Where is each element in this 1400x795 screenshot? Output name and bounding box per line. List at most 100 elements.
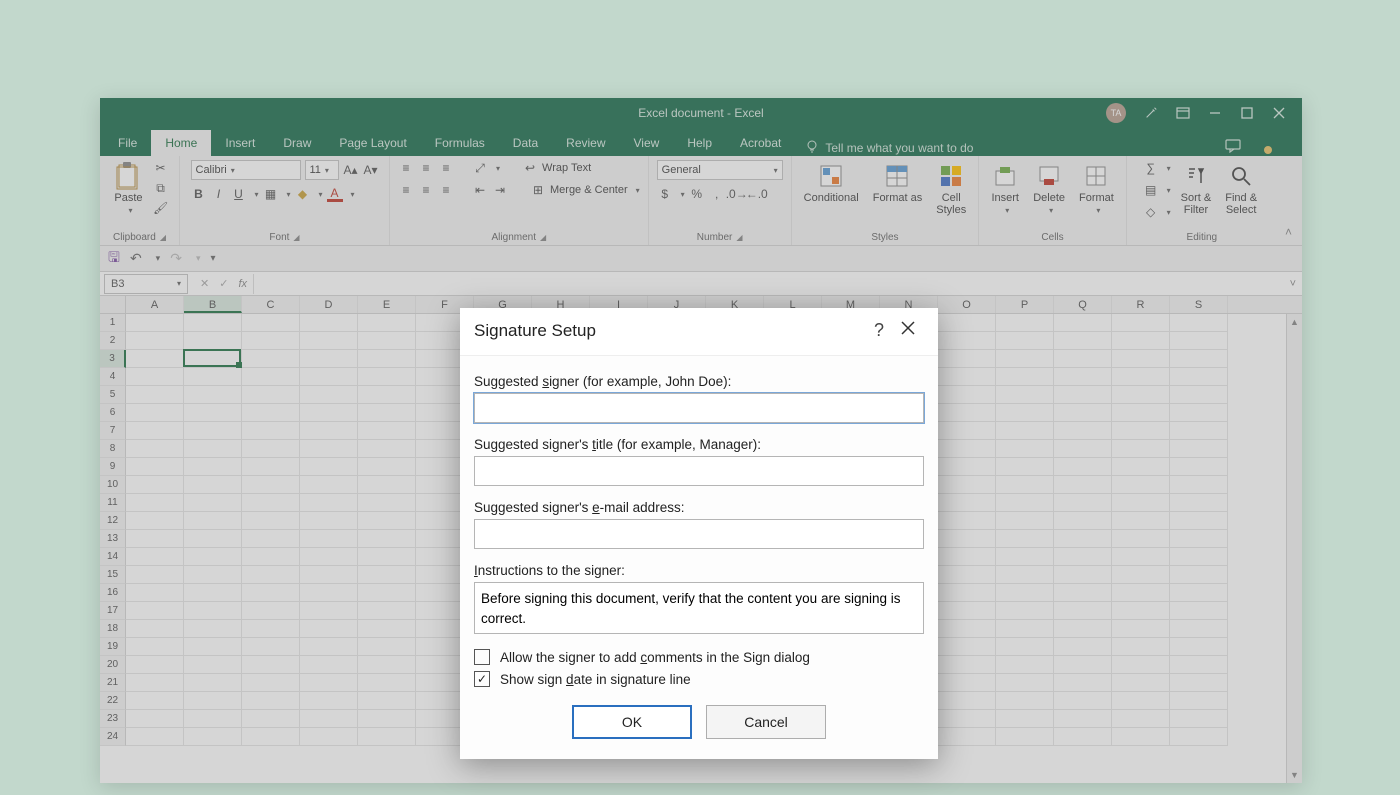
- cell[interactable]: [1112, 656, 1170, 674]
- cell[interactable]: [242, 728, 300, 746]
- column-header[interactable]: P: [996, 296, 1054, 313]
- collapse-ribbon-icon[interactable]: ˄: [1285, 225, 1292, 239]
- cell[interactable]: [1112, 728, 1170, 746]
- cell[interactable]: [358, 404, 416, 422]
- cell[interactable]: [242, 512, 300, 530]
- cell[interactable]: [126, 512, 184, 530]
- cell[interactable]: [242, 404, 300, 422]
- cell[interactable]: [938, 638, 996, 656]
- cell[interactable]: [1170, 314, 1228, 332]
- cell[interactable]: [1170, 530, 1228, 548]
- decrease-decimal-icon[interactable]: ←.0: [749, 186, 765, 202]
- cell[interactable]: [996, 620, 1054, 638]
- cell[interactable]: [184, 386, 242, 404]
- row-header[interactable]: 12: [100, 512, 126, 530]
- cell[interactable]: [242, 422, 300, 440]
- cell[interactable]: [358, 494, 416, 512]
- cell[interactable]: [300, 710, 358, 728]
- cell[interactable]: [358, 566, 416, 584]
- cell[interactable]: [126, 656, 184, 674]
- cell[interactable]: [184, 548, 242, 566]
- tab-page-layout[interactable]: Page Layout: [325, 130, 420, 156]
- cell[interactable]: [300, 620, 358, 638]
- instructions-textarea[interactable]: Before signing this document, verify tha…: [474, 582, 924, 634]
- cell[interactable]: [1054, 584, 1112, 602]
- cell[interactable]: [996, 566, 1054, 584]
- redo-icon[interactable]: ↷: [170, 250, 182, 267]
- cell[interactable]: [938, 386, 996, 404]
- cell[interactable]: [126, 602, 184, 620]
- align-middle-icon[interactable]: ≡: [418, 160, 434, 176]
- column-header[interactable]: S: [1170, 296, 1228, 313]
- cell[interactable]: [996, 404, 1054, 422]
- row-header[interactable]: 3: [100, 350, 126, 368]
- cell[interactable]: [300, 350, 358, 368]
- cell[interactable]: [242, 458, 300, 476]
- row-header[interactable]: 11: [100, 494, 126, 512]
- cell[interactable]: [1112, 476, 1170, 494]
- dialog-launcher-icon[interactable]: ◢: [293, 233, 299, 242]
- cell[interactable]: [1054, 386, 1112, 404]
- cell[interactable]: [126, 566, 184, 584]
- comments-icon[interactable]: [1225, 139, 1302, 156]
- cell[interactable]: [1054, 332, 1112, 350]
- cell[interactable]: [300, 314, 358, 332]
- tab-formulas[interactable]: Formulas: [421, 130, 499, 156]
- cell[interactable]: [242, 692, 300, 710]
- select-all-cell[interactable]: [100, 296, 126, 313]
- row-header[interactable]: 9: [100, 458, 126, 476]
- cell[interactable]: [996, 476, 1054, 494]
- row-header[interactable]: 7: [100, 422, 126, 440]
- cell[interactable]: [1170, 674, 1228, 692]
- cell[interactable]: [1170, 494, 1228, 512]
- copy-icon[interactable]: ⧉: [153, 180, 169, 196]
- cell[interactable]: [996, 548, 1054, 566]
- cell[interactable]: [1054, 602, 1112, 620]
- cell[interactable]: [184, 638, 242, 656]
- column-header[interactable]: D: [300, 296, 358, 313]
- dialog-launcher-icon[interactable]: ◢: [540, 233, 546, 242]
- clear-icon[interactable]: ◇: [1143, 204, 1159, 220]
- cell[interactable]: [1112, 710, 1170, 728]
- tab-insert[interactable]: Insert: [211, 130, 269, 156]
- cell[interactable]: [242, 530, 300, 548]
- cell[interactable]: [184, 350, 242, 368]
- cell[interactable]: [1054, 458, 1112, 476]
- cell[interactable]: [996, 314, 1054, 332]
- cell[interactable]: [126, 620, 184, 638]
- cell[interactable]: [996, 440, 1054, 458]
- wrap-text-button[interactable]: Wrap Text: [542, 162, 591, 174]
- cell[interactable]: [358, 476, 416, 494]
- row-header[interactable]: 10: [100, 476, 126, 494]
- cell[interactable]: [938, 656, 996, 674]
- cell[interactable]: [126, 314, 184, 332]
- cell[interactable]: [1054, 674, 1112, 692]
- row-header[interactable]: 16: [100, 584, 126, 602]
- cell[interactable]: [358, 638, 416, 656]
- cell[interactable]: [1112, 530, 1170, 548]
- row-header[interactable]: 13: [100, 530, 126, 548]
- cell[interactable]: [184, 584, 242, 602]
- fx-label[interactable]: fx: [238, 278, 253, 290]
- font-family-combo[interactable]: Calibri▾: [191, 160, 301, 180]
- cell[interactable]: [126, 404, 184, 422]
- accounting-icon[interactable]: $: [657, 186, 673, 202]
- show-sign-date-checkbox[interactable]: ✓: [474, 671, 490, 687]
- row-header[interactable]: 8: [100, 440, 126, 458]
- insert-cells-button[interactable]: Insert▾: [987, 160, 1023, 217]
- cell[interactable]: [126, 386, 184, 404]
- cell[interactable]: [1054, 368, 1112, 386]
- cell[interactable]: [1054, 476, 1112, 494]
- cell[interactable]: [184, 602, 242, 620]
- cell[interactable]: [184, 728, 242, 746]
- cell[interactable]: [184, 314, 242, 332]
- cell[interactable]: [242, 350, 300, 368]
- increase-font-icon[interactable]: A▴: [343, 162, 359, 178]
- scroll-down-icon[interactable]: ▼: [1287, 767, 1302, 783]
- cell[interactable]: [358, 674, 416, 692]
- cell[interactable]: [938, 314, 996, 332]
- italic-button[interactable]: I: [211, 186, 227, 202]
- cell[interactable]: [1054, 566, 1112, 584]
- column-header[interactable]: E: [358, 296, 416, 313]
- cell[interactable]: [938, 530, 996, 548]
